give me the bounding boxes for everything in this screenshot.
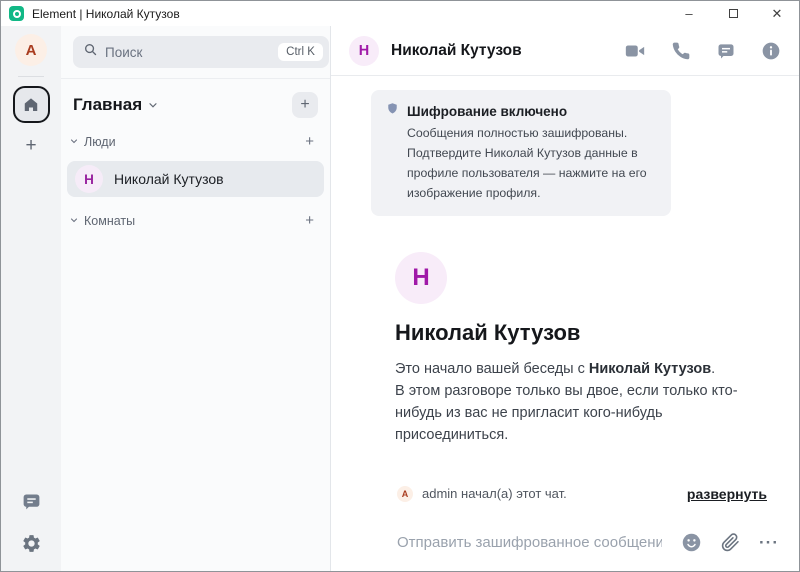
- element-app-window: Element | Николай Кутузов – ✕ A +: [0, 0, 800, 572]
- space-name[interactable]: Главная: [73, 95, 142, 115]
- expand-link[interactable]: развернуть: [687, 486, 767, 502]
- room-list-item[interactable]: H Николай Кутузов: [67, 161, 324, 197]
- room-list-panel: Ctrl K Главная + Люди: [61, 26, 331, 571]
- chat-title: Николай Кутузов: [391, 42, 522, 60]
- room-name: Николай Кутузов: [114, 171, 224, 187]
- chat-panel: H Николай Кутузов: [331, 26, 799, 571]
- element-logo-icon: [9, 6, 24, 21]
- divider: [18, 76, 44, 77]
- add-person-button[interactable]: +: [305, 133, 314, 150]
- settings-button[interactable]: [21, 533, 42, 559]
- encryption-notice-body: Сообщения полностью зашифрованы. Подтвер…: [407, 124, 656, 204]
- event-text: admin начал(а) этот чат.: [422, 486, 567, 501]
- chat-header-avatar[interactable]: H: [349, 36, 379, 66]
- event-avatar: A: [397, 486, 413, 502]
- home-icon: [22, 96, 40, 114]
- search-shortcut-badge: Ctrl K: [278, 43, 323, 61]
- message-composer: ···: [331, 513, 799, 571]
- gear-icon: [21, 533, 42, 559]
- threads-icon: [21, 491, 42, 517]
- add-room-button[interactable]: +: [292, 92, 318, 118]
- room-intro-text: Это начало вашей беседы с Николай Кутузо…: [395, 358, 769, 446]
- maximize-button[interactable]: [711, 1, 755, 26]
- encryption-notice: Шифрование включено Сообщения полностью …: [371, 90, 671, 216]
- add-room-section-button[interactable]: +: [305, 212, 314, 229]
- chat-header: H Николай Кутузов: [331, 26, 799, 76]
- room-intro-avatar[interactable]: H: [395, 252, 447, 304]
- chevron-down-icon: [69, 135, 79, 149]
- room-intro-title: Николай Кутузов: [395, 320, 769, 346]
- message-input[interactable]: [397, 534, 662, 551]
- voice-call-icon[interactable]: [671, 41, 691, 61]
- maximize-icon: [729, 9, 738, 18]
- timeline-event: A admin начал(а) этот чат. развернуть: [397, 486, 767, 502]
- user-avatar[interactable]: A: [15, 34, 47, 66]
- room-avatar: H: [75, 165, 103, 193]
- emoji-icon[interactable]: [681, 532, 702, 553]
- chevron-down-icon[interactable]: [147, 99, 159, 111]
- minimize-button[interactable]: –: [667, 1, 711, 26]
- room-intro: H Николай Кутузов Это начало вашей бесед…: [395, 252, 769, 446]
- search-icon: [83, 42, 98, 62]
- home-space-button[interactable]: [13, 86, 50, 123]
- encryption-notice-title: Шифрование включено: [407, 104, 567, 119]
- section-rooms[interactable]: Комнаты +: [61, 201, 330, 232]
- video-call-icon[interactable]: [624, 40, 646, 62]
- close-button[interactable]: ✕: [755, 1, 799, 26]
- add-space-button[interactable]: +: [25, 136, 36, 155]
- section-people[interactable]: Люди +: [61, 122, 330, 153]
- shield-icon: [386, 101, 399, 121]
- window-title: Element | Николай Кутузов: [32, 7, 180, 21]
- chevron-down-icon: [69, 214, 79, 228]
- more-options-icon[interactable]: ···: [759, 534, 779, 551]
- threads-icon[interactable]: [716, 41, 736, 61]
- message-timeline[interactable]: Шифрование включено Сообщения полностью …: [331, 76, 799, 513]
- search-input[interactable]: [105, 45, 271, 60]
- threads-button[interactable]: [21, 491, 42, 517]
- section-label: Люди: [84, 135, 116, 149]
- search-box[interactable]: Ctrl K: [73, 36, 329, 68]
- window-controls: – ✕: [667, 1, 799, 26]
- title-bar: Element | Николай Кутузов – ✕: [1, 1, 799, 26]
- room-info-icon[interactable]: [761, 41, 781, 61]
- space-panel: A +: [1, 26, 61, 571]
- section-label: Комнаты: [84, 214, 135, 228]
- attachment-icon[interactable]: [721, 533, 740, 552]
